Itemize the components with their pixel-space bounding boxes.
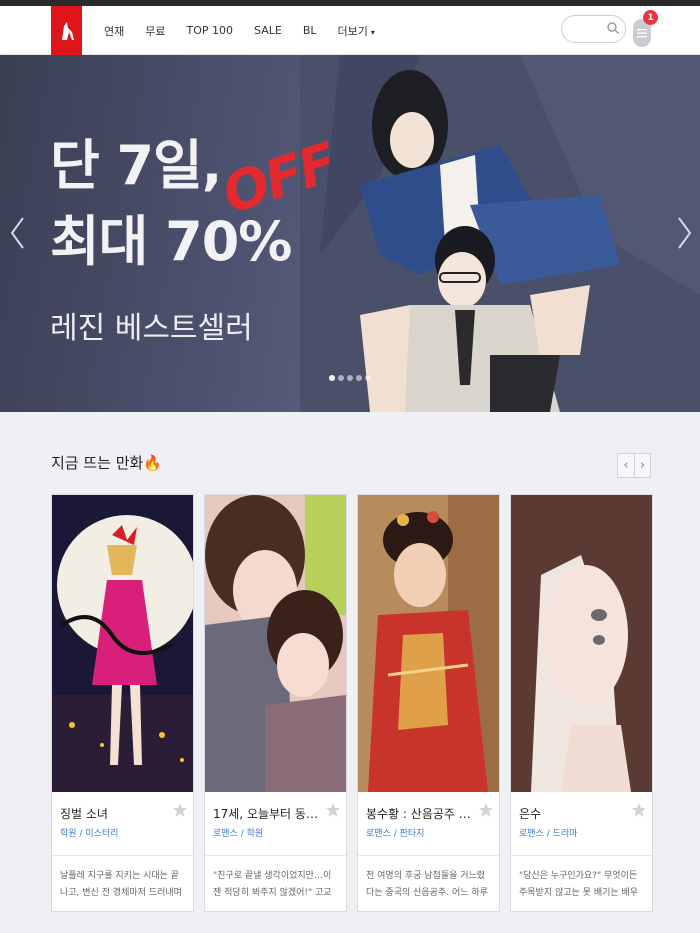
carousel-pager: ‹ › [617,453,651,478]
search-icon[interactable] [606,21,620,35]
comic-description: 날플레 지구를 지키는 시대는 끝나고, 변신 전 경체마저 드러내며 마음껏 … [60,871,182,898]
comic-genre: 로맨스 / 판타지 [366,829,425,839]
comic-card[interactable]: 17세, 오늘부터 동거 시… 로맨스 / 학원 "친구로 끝낼 생각이었지만…… [204,494,347,912]
chevron-down-icon: ▾ [370,27,375,37]
main-nav: 연재 무료 TOP 100 SALE BL 더보기 ▾ [104,6,396,55]
banner-prev-icon[interactable] [8,215,28,251]
banner-next-icon[interactable] [674,215,694,251]
comic-cover [205,495,346,792]
comic-genre: 로맨스 / 드라마 [519,829,578,839]
banner-dot[interactable] [347,375,353,381]
banner-artwork [300,55,700,412]
section-title: 지금 뜨는 만화🔥 [51,452,162,473]
star-icon[interactable] [172,802,188,818]
nav-item-bl[interactable]: BL [303,24,317,37]
carousel-next-button[interactable]: › [633,454,650,477]
nav-item-serial[interactable]: 연재 [104,23,124,39]
comic-card[interactable]: 은수 로맨스 / 드라마 "당신은 누구인가요?" 무엇이든 주목받지 않고는 … [510,494,653,912]
banner-pagination [329,375,371,381]
section-title-text: 지금 뜨는 만화 [51,454,144,472]
banner-dot[interactable] [356,375,362,381]
comic-title[interactable]: 징벌 소녀 [60,805,168,822]
star-icon[interactable] [325,802,341,818]
comic-cover [511,495,652,792]
logo[interactable] [51,6,82,55]
banner-subtitle: 레진 베스트셀러 [50,311,253,346]
banner-dot[interactable] [338,375,344,381]
promo-banner[interactable]: 단 7일, 최대 70% OFF 레진 베스트셀러 [0,55,700,412]
carousel-prev-button[interactable]: ‹ [618,454,634,477]
nav-item-more[interactable]: 더보기 ▾ [338,23,375,39]
search-box[interactable] [561,15,626,43]
divider [358,855,499,856]
nav-item-more-label: 더보기 [337,24,368,38]
divider [511,855,652,856]
comic-description: "친구로 끝낼 생각이었지만…이젠 적당히 봐주지 않겠어!" 고교 지한을 계… [213,871,332,898]
star-icon[interactable] [631,802,647,818]
divider [52,855,193,856]
comic-genre: 로맨스 / 학원 [213,829,264,839]
comic-card[interactable]: 징벌 소녀 학원 / 미스터리 날플레 지구를 지키는 시대는 끝나고, 변신 … [51,494,194,912]
fox-logo-icon [61,21,74,40]
star-icon[interactable] [478,802,494,818]
divider [205,855,346,856]
comic-title[interactable]: 은수 [519,805,627,822]
comic-title[interactable]: 17세, 오늘부터 동거 시… [213,805,321,822]
notification-badge: 1 [643,10,658,25]
comic-cover [52,495,193,792]
banner-dot[interactable] [365,375,371,381]
comic-description: 천 여명의 후궁 남첩들을 거느렸다는 중국의 산음공주. 어느 하루 누를 피… [366,871,488,898]
header: 연재 무료 TOP 100 SALE BL 더보기 ▾ 1 [0,6,700,55]
comic-description: "당신은 누구인가요?" 무엇이든 주목받지 않고는 못 배기는 배우수는 남자… [519,871,639,898]
fire-icon: 🔥 [143,454,163,472]
comic-card-list: 징벌 소녀 학원 / 미스터리 날플레 지구를 지키는 시대는 끝나고, 변신 … [51,494,653,912]
banner-dot[interactable] [329,375,335,381]
hamburger-icon [637,29,647,38]
nav-item-sale[interactable]: SALE [254,24,282,37]
comic-card[interactable]: 봉수황 : 산음공주 [연재] 로맨스 / 판타지 천 여명의 후궁 남첩들을 … [357,494,500,912]
comic-cover [358,495,499,792]
banner-headline-1: 단 7일, [50,134,222,197]
nav-item-free[interactable]: 무료 [145,23,165,39]
comic-genre: 학원 / 미스터리 [60,829,119,839]
nav-item-top100[interactable]: TOP 100 [187,24,234,37]
comic-title[interactable]: 봉수황 : 산음공주 [연재] [366,805,474,822]
